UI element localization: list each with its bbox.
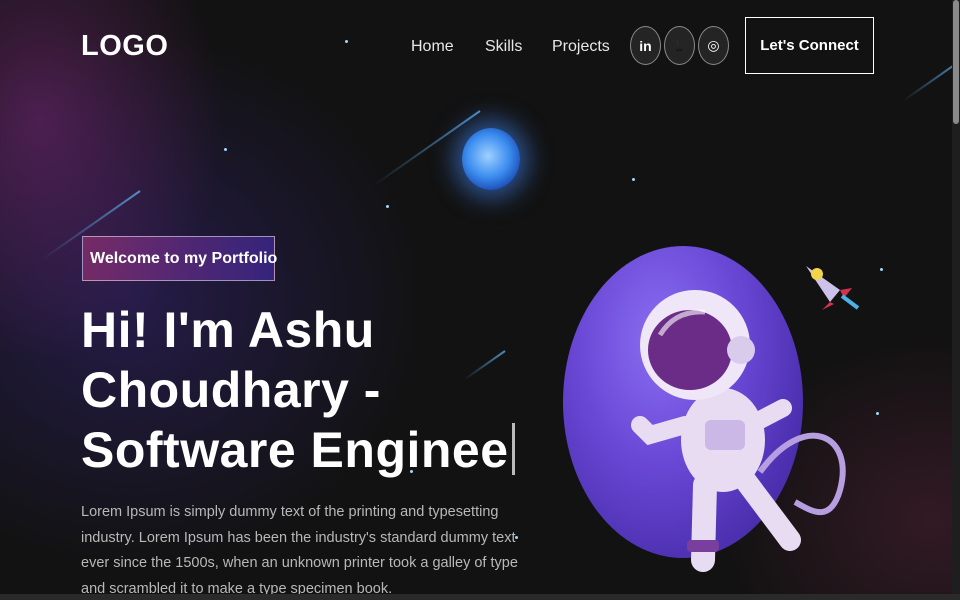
- tagline-badge: Welcome to my Portfolio: [82, 236, 277, 281]
- nav-link-projects[interactable]: Projects: [552, 38, 610, 56]
- star: [224, 148, 227, 151]
- star: [880, 268, 883, 271]
- linkedin-link[interactable]: in: [630, 26, 661, 65]
- hero-title-line: Choudhary -: [81, 362, 381, 418]
- scrollbar[interactable]: [952, 0, 960, 600]
- lets-connect-button[interactable]: Let's Connect: [745, 17, 874, 74]
- bottom-edge: [0, 594, 960, 600]
- hero-title-line: Software Enginee: [81, 422, 509, 478]
- scrollbar-thumb[interactable]: [953, 0, 959, 124]
- nav-link-skills[interactable]: Skills: [485, 38, 522, 56]
- navbar: LOGO Home Skills Projects in 🏆 ◎ Let's C…: [0, 0, 960, 92]
- star: [876, 412, 879, 415]
- hero-description: Lorem Ipsum is simply dummy text of the …: [81, 504, 518, 597]
- nav-link-home[interactable]: Home: [411, 38, 454, 56]
- star: [386, 205, 389, 208]
- logo[interactable]: LOGO: [81, 30, 168, 63]
- star: [632, 178, 635, 181]
- rocket-icon: [806, 266, 860, 310]
- instagram-icon: ◎: [707, 37, 720, 53]
- trophy-icon: 🏆: [672, 40, 687, 52]
- hero-title: Hi! I'm Ashu Choudhary - Software Engine…: [81, 300, 541, 480]
- typing-cursor: [511, 423, 515, 475]
- hero-title-line: Hi! I'm Ashu: [81, 302, 375, 358]
- glowing-orb: [462, 128, 520, 190]
- instagram-link[interactable]: ◎: [698, 26, 729, 65]
- linkedin-icon: in: [639, 37, 652, 54]
- trophy-link[interactable]: 🏆: [664, 26, 695, 65]
